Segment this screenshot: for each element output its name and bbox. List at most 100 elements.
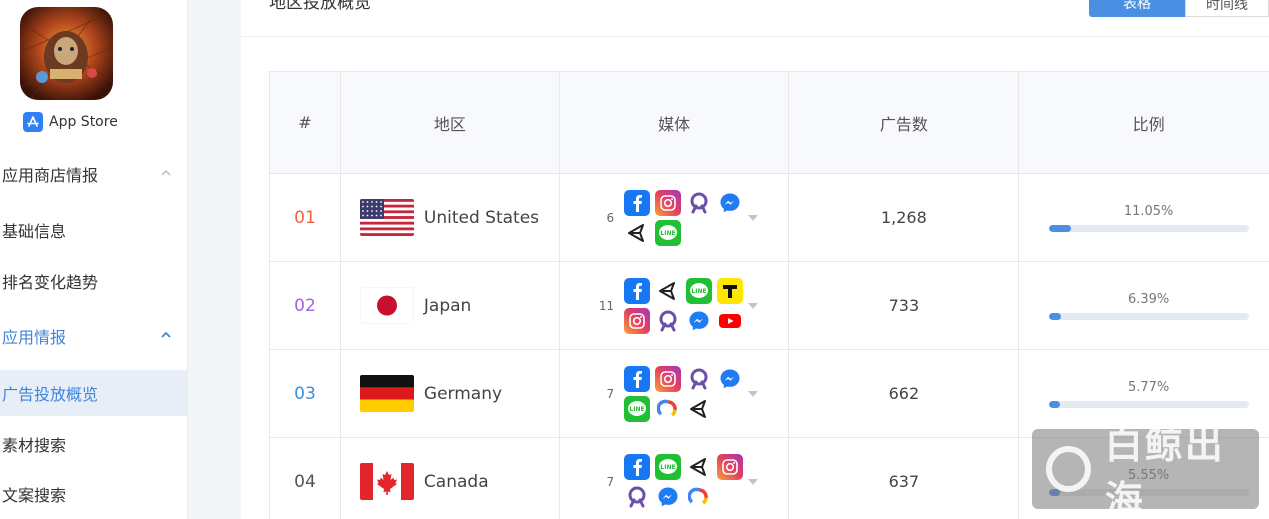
nav-label: 排名变化趋势: [2, 273, 99, 292]
ca-flag: [359, 463, 414, 500]
ratio-bar-fill: [1048, 224, 1071, 232]
row-index-cell: 03: [270, 350, 341, 437]
facebook-icon: [624, 365, 651, 392]
app-icon[interactable]: [20, 7, 113, 100]
ads-count-cell: 733: [789, 262, 1020, 349]
header-media: 媒体: [559, 72, 790, 173]
nav-label: 广告投放概览: [2, 385, 99, 404]
messenger-icon: [717, 189, 744, 216]
messenger-icon: [686, 307, 713, 334]
media-count: 7: [606, 386, 615, 401]
caret-down-icon[interactable]: [748, 214, 759, 221]
ratio-bar-fill: [1048, 400, 1061, 408]
header-ratio: 比例: [1019, 72, 1269, 173]
header-ads: 广告数: [789, 72, 1020, 173]
de-flag: [359, 375, 414, 412]
facebook-icon: [624, 189, 651, 216]
row-index: 04: [294, 471, 316, 492]
unity-icon: [624, 219, 651, 246]
media-cell[interactable]: 7 LINE: [560, 350, 790, 437]
media-cell[interactable]: 7 LINE: [560, 438, 790, 519]
caret-down-icon[interactable]: [748, 478, 759, 485]
nav-item-creative-search[interactable]: 素材搜索: [0, 421, 188, 467]
nav-item-basic-info[interactable]: 基础信息: [0, 207, 188, 253]
audience-network-icon: [624, 483, 651, 510]
nav-item-ad-overview[interactable]: 广告投放概览: [0, 370, 188, 416]
header-region: 地区: [340, 72, 560, 173]
media-count: 11: [598, 298, 615, 313]
row-index: 02: [294, 295, 316, 316]
tiktok-icon: [717, 277, 744, 304]
watermark-logo-icon: [1046, 446, 1091, 492]
svg-text:LINE: LINE: [630, 406, 645, 413]
header-index: #: [270, 72, 341, 173]
country-name: Germany: [423, 383, 503, 404]
ratio-bar: [1048, 312, 1249, 320]
nav-group-store-intel[interactable]: 应用商店情报: [0, 151, 188, 197]
messenger-icon: [717, 365, 744, 392]
unity-icon: [686, 453, 713, 480]
media-count: 7: [606, 474, 615, 489]
nav-label: 文案搜索: [2, 486, 67, 505]
unity-icon: [686, 395, 713, 422]
caret-down-icon[interactable]: [748, 390, 759, 397]
app-store-badge[interactable]: App Store: [23, 111, 118, 133]
google-ads-icon: [686, 483, 713, 510]
instagram-icon: [655, 189, 682, 216]
caret-down-icon[interactable]: [748, 302, 759, 309]
nav-label: 素材搜索: [2, 436, 67, 455]
audience-network-icon: [686, 365, 713, 392]
table-row[interactable]: 02 Japan 11 LINE 733 6.39%: [270, 262, 1269, 350]
ads-count-cell: 1,268: [789, 174, 1020, 261]
region-cell: Japan: [341, 262, 560, 349]
instagram-icon: [624, 307, 651, 334]
row-index-cell: 02: [270, 262, 341, 349]
app-store-icon: [23, 112, 43, 132]
nav-group-app-intel[interactable]: 应用情报: [0, 313, 188, 359]
row-index-cell: 01: [270, 174, 341, 261]
sidebar: App Store 应用商店情报 基础信息 排名变化趋势 应用情报 广告投放概览…: [0, 0, 188, 519]
unity-icon: [655, 277, 682, 304]
ratio-percent: 11.05%: [1123, 203, 1174, 219]
facebook-icon: [624, 277, 651, 304]
nav-label: 基础信息: [2, 222, 67, 241]
timeline-view-button[interactable]: 时间线: [1185, 0, 1269, 17]
line-icon: LINE: [655, 453, 682, 480]
instagram-icon: [717, 453, 744, 480]
country-name: Japan: [423, 295, 472, 316]
nav-label: 应用情报: [2, 328, 67, 347]
messenger-icon: [655, 483, 682, 510]
table-view-button[interactable]: 表格: [1089, 0, 1185, 17]
line-icon: LINE: [686, 277, 713, 304]
nav-item-rank-trend[interactable]: 排名变化趋势: [0, 258, 188, 304]
media-cell[interactable]: 6 LINE: [560, 174, 790, 261]
svg-text:LINE: LINE: [661, 464, 676, 471]
svg-text:LINE: LINE: [661, 230, 676, 237]
us-flag: [359, 199, 414, 236]
view-toggle: 表格 时间线: [1089, 0, 1269, 17]
media-cell[interactable]: 11 LINE: [560, 262, 790, 349]
audience-network-icon: [686, 189, 713, 216]
nav-item-copy-search[interactable]: 文案搜索: [0, 471, 188, 517]
line-icon: LINE: [624, 395, 651, 422]
region-cell: Germany: [341, 350, 560, 437]
chevron-up-icon: [161, 331, 171, 338]
store-label: App Store: [49, 114, 118, 130]
table-row[interactable]: 01 United States 6 LINE 1,268 11.05%: [270, 174, 1269, 262]
row-index: 01: [294, 207, 316, 228]
instagram-icon: [655, 365, 682, 392]
line-icon: LINE: [655, 219, 682, 246]
jp-flag: [359, 287, 414, 324]
media-count: 6: [606, 210, 615, 225]
ratio-percent: 5.77%: [1127, 379, 1170, 395]
ratio-bar: [1048, 400, 1249, 408]
row-index-cell: 04: [270, 438, 341, 519]
region-cell: United States: [341, 174, 560, 261]
ads-count-cell: 662: [789, 350, 1020, 437]
youtube-icon: [717, 307, 744, 334]
ratio-cell: 6.39%: [1019, 262, 1269, 349]
country-name: Canada: [423, 471, 489, 492]
ratio-percent: 6.39%: [1127, 291, 1170, 307]
section-title: 地区投放概览: [269, 0, 371, 13]
nav-label: 应用商店情报: [2, 166, 99, 185]
